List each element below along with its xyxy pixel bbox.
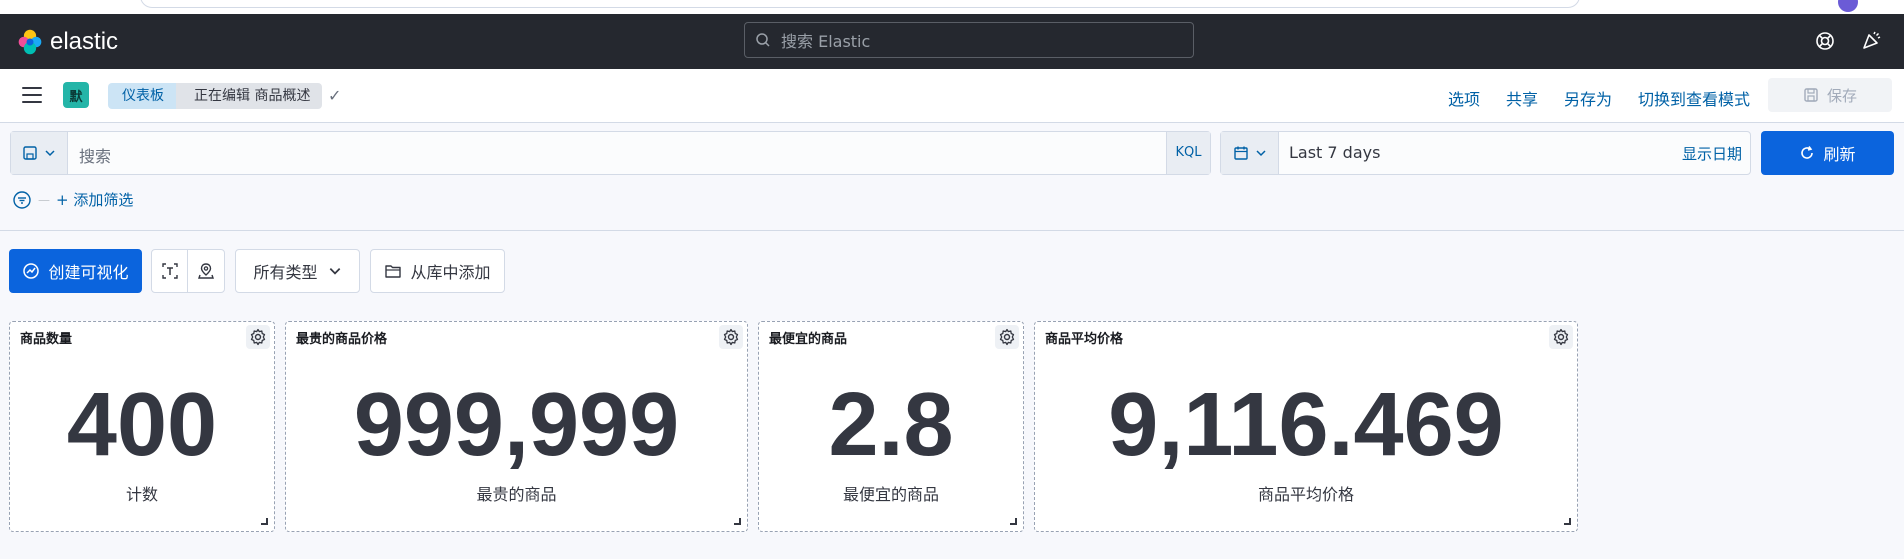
text-icon [161, 263, 178, 279]
resize-icon[interactable] [1564, 518, 1571, 525]
add-filter-link[interactable]: + 添加筛选 [56, 189, 133, 210]
add-text-button[interactable] [152, 250, 188, 292]
search-icon [756, 33, 770, 47]
gear-icon [250, 328, 266, 346]
add-from-library-button[interactable]: 从库中添加 [370, 249, 505, 293]
metric-value: 2.8 [828, 375, 954, 475]
elastic-logo-icon [18, 29, 42, 55]
panel-options-button[interactable] [719, 325, 743, 349]
metric-label: 商品平均价格 [1257, 485, 1354, 504]
browser-chrome [0, 0, 1904, 14]
map-icon [198, 263, 214, 279]
filter-separator: — [38, 192, 50, 207]
filter-bar: — + 添加筛选 [12, 189, 133, 210]
save-button[interactable]: 保存 [1768, 78, 1892, 112]
global-search-input[interactable]: 搜索 Elastic [744, 22, 1194, 58]
calendar-icon [1233, 146, 1248, 160]
all-types-dropdown[interactable]: 所有类型 [235, 249, 360, 293]
metric-value: 9,116.469 [1108, 375, 1504, 475]
gear-icon [723, 328, 739, 346]
resize-icon[interactable] [1010, 518, 1017, 525]
breadcrumb-dashboards[interactable]: 仪表板 [108, 83, 186, 109]
time-range-text[interactable]: Last 7 days [1289, 143, 1380, 162]
panel-title: 商品数量 [20, 332, 73, 347]
metric-value: 999,999 [353, 375, 680, 475]
options-link[interactable]: 选项 [1448, 86, 1480, 110]
folder-icon [385, 265, 402, 278]
create-visualization-button[interactable]: 创建可视化 [9, 249, 142, 293]
filter-icon[interactable] [12, 190, 32, 210]
metric-panel[interactable]: 最便宜的商品 2.8 最便宜的商品 [758, 321, 1024, 532]
address-bar [140, 0, 1580, 8]
metric-panel[interactable]: 商品平均价格 9,116.469 商品平均价格 [1034, 321, 1578, 532]
avatar[interactable] [1838, 0, 1858, 12]
metric-label: 最贵的商品 [476, 485, 557, 504]
chevron-down-icon [329, 268, 340, 275]
library-label: 从库中添加 [410, 263, 491, 282]
panel-options-button[interactable] [995, 325, 1019, 349]
metric-label: 最便宜的商品 [842, 485, 939, 504]
date-picker: Last 7 days 显示日期 [1220, 131, 1751, 175]
dashboard-toolbar: 默 仪表板 正在编辑 商品概述 ✓ 选项 共享 另存为 切换到查看模式 保存 [0, 69, 1904, 123]
space-avatar[interactable]: 默 [63, 82, 89, 108]
panel-options-button[interactable] [246, 325, 270, 349]
newsfeed-icon[interactable] [1860, 30, 1882, 52]
breadcrumb-current: 正在编辑 商品概述 [176, 83, 323, 109]
create-label: 创建可视化 [48, 263, 129, 282]
kql-toggle[interactable]: KQL [1166, 132, 1210, 174]
panel-options-button[interactable] [1549, 325, 1573, 349]
check-icon: ✓ [328, 86, 342, 105]
metric-panel[interactable]: 最贵的商品价格 999,999 最贵的商品 [285, 321, 748, 532]
resize-icon[interactable] [734, 518, 741, 525]
refresh-icon [1801, 146, 1814, 159]
types-label: 所有类型 [253, 263, 318, 282]
share-link[interactable]: 共享 [1506, 86, 1538, 110]
chevron-down-icon [45, 150, 55, 157]
divider [0, 230, 1904, 231]
panel-title: 商品平均价格 [1045, 332, 1124, 347]
save-label: 保存 [1826, 86, 1857, 105]
elastic-logo[interactable]: elastic [16, 28, 118, 56]
brand-name: elastic [50, 28, 119, 55]
saved-query-button[interactable] [11, 132, 68, 174]
gear-icon [999, 328, 1015, 346]
panel-title: 最便宜的商品 [769, 332, 848, 347]
show-dates-link[interactable]: 显示日期 [1682, 143, 1742, 164]
metric-label: 计数 [125, 485, 158, 504]
create-icon [23, 263, 40, 279]
top-header: elastic 搜索 Elastic [0, 14, 1904, 69]
menu-icon[interactable] [22, 87, 42, 103]
metric-panel[interactable]: 商品数量 400 计数 [9, 321, 275, 532]
search-placeholder: 搜索 Elastic [781, 32, 871, 51]
switch-view-mode-link[interactable]: 切换到查看模式 [1638, 86, 1750, 110]
chevron-down-icon [1255, 150, 1266, 157]
resize-icon[interactable] [261, 518, 268, 525]
panel-title: 最贵的商品价格 [296, 332, 388, 347]
add-map-button[interactable] [188, 250, 224, 292]
save-as-link[interactable]: 另存为 [1564, 86, 1612, 110]
save-icon [1804, 88, 1818, 102]
refresh-label: 刷新 [1823, 145, 1856, 164]
help-icon[interactable] [1814, 30, 1836, 52]
gear-icon [1553, 328, 1569, 346]
quick-add-group [151, 249, 225, 293]
query-input[interactable]: 搜索 [79, 143, 111, 167]
refresh-button[interactable]: 刷新 [1761, 131, 1894, 175]
quick-menu-button[interactable] [1221, 132, 1279, 174]
save-icon [23, 146, 37, 160]
metric-value: 400 [66, 375, 218, 475]
query-bar: 搜索 KQL [10, 131, 1211, 175]
